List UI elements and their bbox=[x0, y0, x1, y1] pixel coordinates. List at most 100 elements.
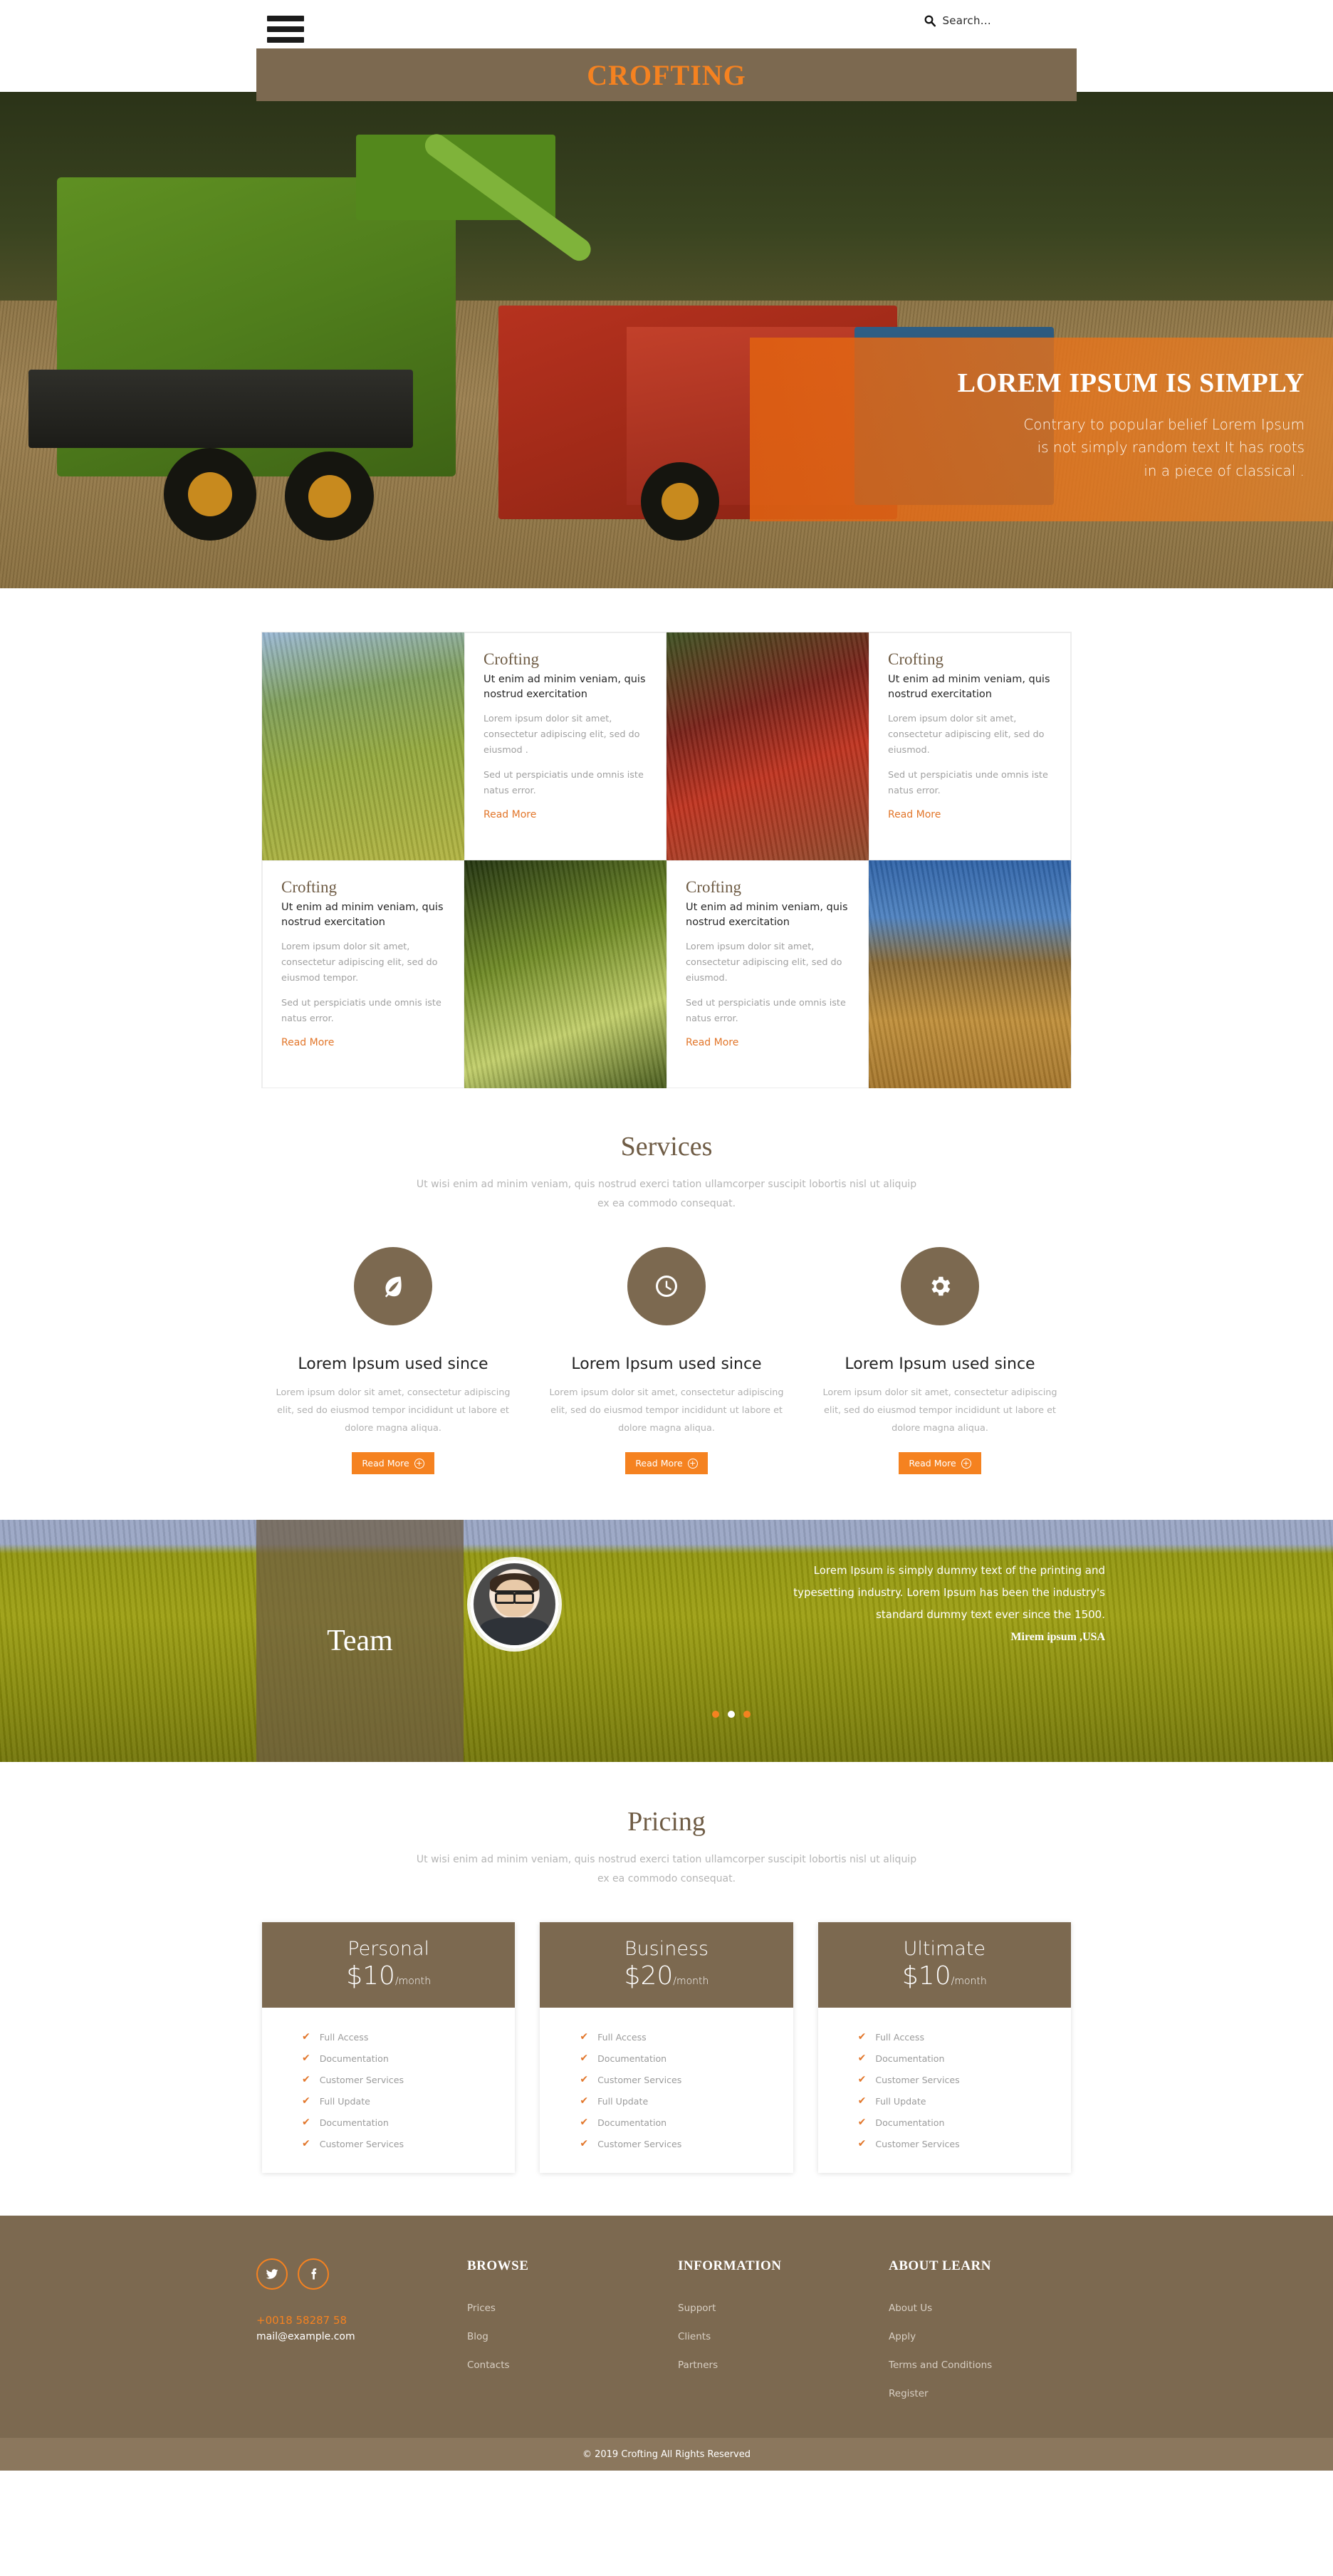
check-icon: ✔ bbox=[580, 2117, 589, 2129]
check-icon: ✔ bbox=[580, 2074, 589, 2086]
footer-link[interactable]: About Us bbox=[889, 2303, 1077, 2314]
strawberry-image bbox=[666, 632, 869, 860]
plan-feature-label: Documentation bbox=[597, 2053, 667, 2064]
hero-subtitle-line: in a piece of classical . bbox=[1144, 462, 1305, 479]
card-title: Crofting bbox=[483, 650, 539, 668]
card-lead: Ut enim ad minim veniam, quis nostrud ex… bbox=[888, 674, 1050, 701]
footer-link[interactable]: Contacts bbox=[467, 2359, 678, 2371]
card-lead: Ut enim ad minim veniam, quis nostrud ex… bbox=[483, 674, 646, 701]
search-input[interactable]: Search... bbox=[942, 14, 991, 27]
hero-banner: LOREM IPSUM IS SIMPLY Contrary to popula… bbox=[0, 92, 1333, 588]
hero-title: LOREM IPSUM IS SIMPLY bbox=[957, 368, 1305, 398]
card-title: Crofting bbox=[281, 878, 337, 896]
footer-column-heading: ABOUT LEARN bbox=[889, 2258, 991, 2274]
footer-link[interactable]: Support bbox=[678, 2303, 889, 2314]
gear-icon bbox=[931, 1276, 951, 1296]
footer-link[interactable]: Terms and Conditions bbox=[889, 2359, 1077, 2371]
read-more-link[interactable]: Read More bbox=[281, 1037, 334, 1048]
twitter-link[interactable] bbox=[256, 2258, 288, 2290]
check-icon: ✔ bbox=[302, 2031, 310, 2043]
service-read-more-button[interactable]: Read More + bbox=[899, 1452, 981, 1475]
carousel-dot[interactable] bbox=[712, 1711, 719, 1719]
service-icon-circle[interactable] bbox=[901, 1247, 979, 1326]
pricing-card[interactable]: Ultimate $10/month ✔ Full Access ✔ Documen… bbox=[817, 1922, 1071, 2174]
plan-feature: ✔ Customer Services bbox=[540, 2069, 793, 2090]
pricing-title: Pricing bbox=[627, 1807, 706, 1837]
plan-amount: $10 bbox=[901, 1961, 951, 1991]
pricing-card[interactable]: Business $20/month ✔ Full Access ✔ Documen… bbox=[540, 1922, 793, 2174]
service-read-more-button[interactable]: Read More + bbox=[625, 1452, 708, 1475]
plan-feature: ✔ Customer Services bbox=[818, 2133, 1071, 2154]
pricing-card-header: Personal $10/month bbox=[262, 1922, 516, 2008]
card-body-1: Lorem ipsum dolor sit amet, consectetur … bbox=[281, 942, 438, 984]
carousel-dot-active[interactable] bbox=[728, 1711, 735, 1719]
card-image bbox=[869, 860, 1071, 1088]
carousel-dot[interactable] bbox=[743, 1711, 751, 1719]
facebook-link[interactable] bbox=[298, 2258, 329, 2290]
footer-link[interactable]: Partners bbox=[678, 2359, 889, 2371]
page-root: Search... CROFTING LOREM IPSUM IS SIMPLY… bbox=[0, 0, 1333, 2471]
service-heading: Lorem Ipsum used since bbox=[845, 1355, 1035, 1374]
feature-card: Crofting Ut enim ad minim veniam, quis n… bbox=[262, 860, 464, 1088]
avatar bbox=[470, 1560, 559, 1649]
hamburger-icon[interactable] bbox=[267, 16, 304, 43]
plan-feature: ✔ Documentation bbox=[262, 2112, 515, 2133]
footer-link[interactable]: Blog bbox=[467, 2331, 678, 2342]
read-more-link[interactable]: Read More bbox=[888, 809, 941, 820]
footer-phone[interactable]: +0018 58287 58 bbox=[256, 2314, 467, 2327]
check-icon: ✔ bbox=[302, 2117, 310, 2129]
footer-column-heading: INFORMATION bbox=[678, 2258, 782, 2274]
search-icon bbox=[925, 15, 936, 27]
check-icon: ✔ bbox=[302, 2138, 310, 2150]
wheat-field-image bbox=[262, 632, 464, 860]
footer-email[interactable]: mail@example.com bbox=[256, 2331, 467, 2342]
feature-card: Crofting Ut enim ad minim veniam, quis n… bbox=[869, 632, 1071, 860]
footer-link[interactable]: Clients bbox=[678, 2331, 889, 2342]
footer: +0018 58287 58 mail@example.com BROWSE P… bbox=[0, 2216, 1333, 2439]
leaf-icon bbox=[385, 1276, 402, 1298]
hero-subtitle: Contrary to popular belief Lorem Ipsum i… bbox=[778, 413, 1305, 482]
pricing-card[interactable]: Personal $10/month ✔ Full Access ✔ Documen… bbox=[262, 1922, 516, 2174]
team-testimonial: Lorem Ipsum is simply dummy text of the … bbox=[470, 1560, 1111, 1649]
testimonial-quote: Lorem Ipsum is simply dummy text of the … bbox=[587, 1560, 1111, 1644]
plan-feature-list: ✔ Full Access ✔ Documentation ✔ Customer Se… bbox=[540, 2008, 793, 2173]
footer-link[interactable]: Apply bbox=[889, 2331, 1077, 2342]
wheel-graphic bbox=[285, 452, 374, 541]
plan-price: $20/month bbox=[540, 1961, 793, 1991]
service-item: Lorem Ipsum used since Lorem ipsum dolor… bbox=[803, 1247, 1077, 1475]
footer-link[interactable]: Prices bbox=[467, 2303, 678, 2314]
card-title: Crofting bbox=[686, 878, 741, 896]
service-item: Lorem Ipsum used since Lorem ipsum dolor… bbox=[256, 1247, 530, 1475]
plan-feature-label: Documentation bbox=[875, 2053, 945, 2064]
service-icon-circle[interactable] bbox=[354, 1247, 432, 1326]
service-read-more-label: Read More bbox=[635, 1458, 683, 1469]
site-logo[interactable]: CROFTING bbox=[587, 58, 746, 92]
card-body-2: Sed ut perspiciatis unde omnis iste natu… bbox=[483, 770, 644, 797]
service-read-more-button[interactable]: Read More + bbox=[352, 1452, 434, 1475]
check-icon: ✔ bbox=[857, 2117, 867, 2129]
card-body-1: Lorem ipsum dolor sit amet, consectetur … bbox=[888, 714, 1045, 756]
quote-line: typesetting industry. Lorem Ipsum has be… bbox=[793, 1585, 1105, 1599]
top-bar: Search... bbox=[0, 0, 1333, 48]
check-icon: ✔ bbox=[580, 2031, 589, 2043]
plan-feature: ✔ Customer Services bbox=[818, 2069, 1071, 2090]
footer-link[interactable]: Register bbox=[889, 2388, 1077, 2399]
card-lead: Ut enim ad minim veniam, quis nostrud ex… bbox=[686, 902, 848, 929]
quote-author: Mirem ipsum ,USA bbox=[1010, 1631, 1105, 1644]
plan-feature: ✔ Documentation bbox=[540, 2112, 793, 2133]
footer-column-heading: BROWSE bbox=[467, 2258, 529, 2274]
read-more-link[interactable]: Read More bbox=[686, 1037, 738, 1048]
plan-amount: $10 bbox=[346, 1961, 395, 1991]
pricing-grid: Personal $10/month ✔ Full Access ✔ Documen… bbox=[262, 1922, 1071, 2174]
services-subtitle: Ut wisi enim ad minim veniam, quis nostr… bbox=[416, 1179, 917, 1209]
plan-name: Ultimate bbox=[903, 1938, 986, 1961]
wheel-graphic bbox=[641, 462, 719, 541]
plan-feature-label: Full Access bbox=[319, 2031, 369, 2043]
service-icon-circle[interactable] bbox=[627, 1247, 706, 1326]
plan-feature: ✔ Documentation bbox=[818, 2048, 1071, 2069]
search-control[interactable]: Search... bbox=[924, 14, 991, 27]
service-text: Lorem ipsum dolor sit amet, consectetur … bbox=[549, 1387, 784, 1434]
check-icon: ✔ bbox=[302, 2074, 310, 2086]
read-more-link[interactable]: Read More bbox=[483, 809, 536, 820]
pricing-section: Pricing Ut wisi enim ad minim veniam, qu… bbox=[0, 1762, 1333, 2216]
